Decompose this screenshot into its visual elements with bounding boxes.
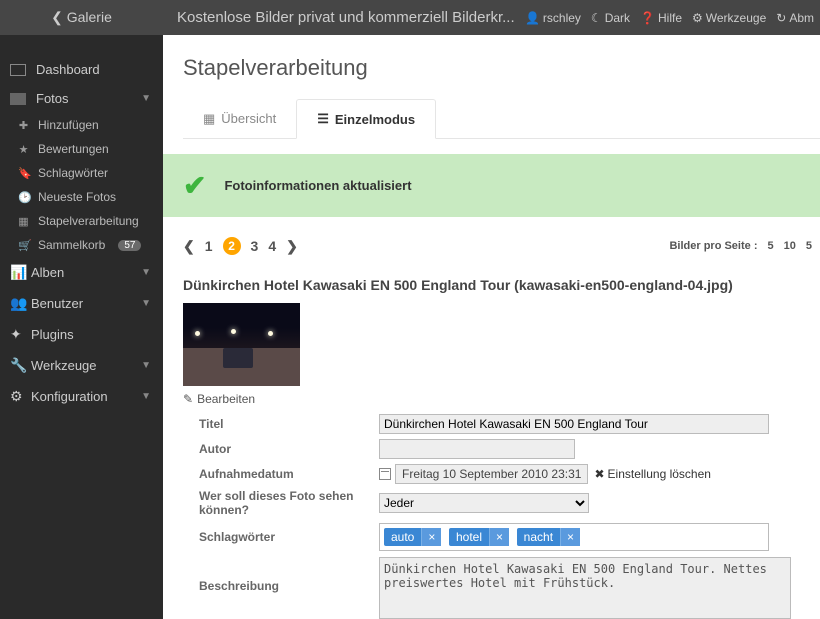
chevron-down-icon: ▼ — [141, 298, 151, 309]
per-page: Bilder pro Seite : 5 10 5 — [669, 240, 812, 252]
remove-tag-icon[interactable]: × — [421, 528, 441, 546]
chevron-down-icon: ▼ — [141, 391, 151, 402]
check-icon: ✔ — [183, 169, 206, 202]
nav-newest[interactable]: 🕑Neueste Fotos — [0, 185, 163, 209]
success-alert: ✔ Fotoinformationen aktualisiert — [163, 154, 820, 217]
perpage-5b[interactable]: 5 — [806, 240, 812, 252]
nav-albums[interactable]: 📊 Alben ▼ — [0, 257, 163, 288]
users-icon: 👥 — [10, 295, 21, 312]
nav-dashboard[interactable]: Dashboard — [0, 55, 163, 84]
calendar-icon[interactable] — [379, 468, 391, 480]
user-link[interactable]: 👤rschley — [525, 11, 581, 25]
help-link[interactable]: ❓Hilfe — [640, 11, 682, 25]
tags-input[interactable]: auto× hotel× nacht× — [379, 523, 769, 551]
grid-icon: ▦ — [18, 215, 29, 228]
title-label: Titel — [199, 417, 379, 431]
nav-config[interactable]: ⚙ Konfiguration ▼ — [0, 381, 163, 412]
tag-hotel: hotel× — [449, 528, 509, 546]
logout-link[interactable]: ↻Abm — [776, 11, 814, 25]
tab-single[interactable]: ☰ Einzelmodus — [296, 99, 436, 139]
delete-setting-link[interactable]: ✖ Einstellung löschen — [594, 467, 710, 481]
page-next[interactable]: ❯ — [286, 238, 298, 255]
description-label: Beschreibung — [199, 557, 379, 593]
nav-plugins[interactable]: ✦ Plugins — [0, 319, 163, 350]
date-label: Aufnahmedatum — [199, 467, 379, 481]
tag-auto: auto× — [384, 528, 441, 546]
image-icon — [10, 93, 26, 105]
basket-count-badge: 57 — [118, 240, 141, 251]
remove-tag-icon[interactable]: × — [560, 528, 580, 546]
author-label: Autor — [199, 442, 379, 456]
visibility-select[interactable]: Jeder — [379, 493, 589, 513]
chevron-down-icon: ▼ — [141, 267, 151, 278]
back-to-gallery[interactable]: ❮ Galerie — [0, 9, 163, 26]
nav-batch[interactable]: ▦Stapelverarbeitung — [0, 209, 163, 233]
tags-label: Schlagwörter — [199, 530, 379, 544]
cart-icon: 🛒 — [18, 239, 29, 252]
star-icon: ★ — [18, 143, 29, 156]
nav-ratings[interactable]: ★Bewertungen — [0, 137, 163, 161]
nav-basket[interactable]: 🛒Sammelkorb57 — [0, 233, 163, 257]
tag-nacht: nacht× — [517, 528, 580, 546]
visibility-label: Wer soll dieses Foto sehen können? — [199, 489, 379, 517]
author-input[interactable] — [379, 439, 575, 459]
tools-link[interactable]: ⚙Werkzeuge — [692, 11, 766, 25]
remove-tag-icon[interactable]: × — [489, 528, 509, 546]
photo-thumbnail[interactable] — [183, 303, 300, 386]
page-2-current[interactable]: 2 — [223, 237, 241, 255]
title-input[interactable] — [379, 414, 769, 434]
alert-text: Fotoinformationen aktualisiert — [224, 178, 411, 193]
page-prev[interactable]: ❮ — [183, 238, 195, 255]
edit-link[interactable]: ✎ Bearbeiten — [183, 392, 820, 406]
perpage-10[interactable]: 10 — [784, 240, 796, 252]
sidebar: Dashboard Fotos ▼ ✚Hinzufügen ★Bewertung… — [0, 35, 163, 619]
page-1[interactable]: 1 — [205, 238, 213, 254]
page-3[interactable]: 3 — [251, 238, 259, 254]
perpage-5a[interactable]: 5 — [768, 240, 774, 252]
nav-users[interactable]: 👥 Benutzer ▼ — [0, 288, 163, 319]
monitor-icon — [10, 64, 26, 76]
pagination: ❮ 1 2 3 4 ❯ — [183, 237, 298, 255]
nav-tags[interactable]: 🔖Schlagwörter — [0, 161, 163, 185]
description-textarea[interactable] — [379, 557, 791, 619]
tab-overview[interactable]: ▦ Übersicht — [183, 99, 296, 138]
page-4[interactable]: 4 — [268, 238, 276, 254]
date-input[interactable]: Freitag 10 September 2010 23:31 — [395, 464, 588, 484]
back-label: Galerie — [67, 9, 112, 25]
nav-fotos[interactable]: Fotos ▼ — [0, 84, 163, 113]
chevron-down-icon: ▼ — [141, 93, 151, 104]
sitemap-icon: 📊 — [10, 264, 21, 281]
nav-tools[interactable]: 🔧 Werkzeuge ▼ — [0, 350, 163, 381]
puzzle-icon: ✦ — [10, 326, 21, 343]
dark-mode-toggle[interactable]: ☾Dark — [591, 11, 630, 25]
photo-title: Dünkirchen Hotel Kawasaki EN 500 England… — [177, 267, 820, 303]
nav-add[interactable]: ✚Hinzufügen — [0, 113, 163, 137]
site-title: Kostenlose Bilder privat und kommerziell… — [163, 9, 525, 26]
clock-icon: 🕑 — [18, 191, 29, 204]
chevron-down-icon: ▼ — [141, 360, 151, 371]
tag-icon: 🔖 — [18, 167, 29, 180]
plus-icon: ✚ — [18, 119, 29, 132]
page-title: Stapelverarbeitung — [163, 35, 820, 99]
wrench-icon: 🔧 — [10, 357, 21, 374]
gear-icon: ⚙ — [10, 388, 21, 405]
